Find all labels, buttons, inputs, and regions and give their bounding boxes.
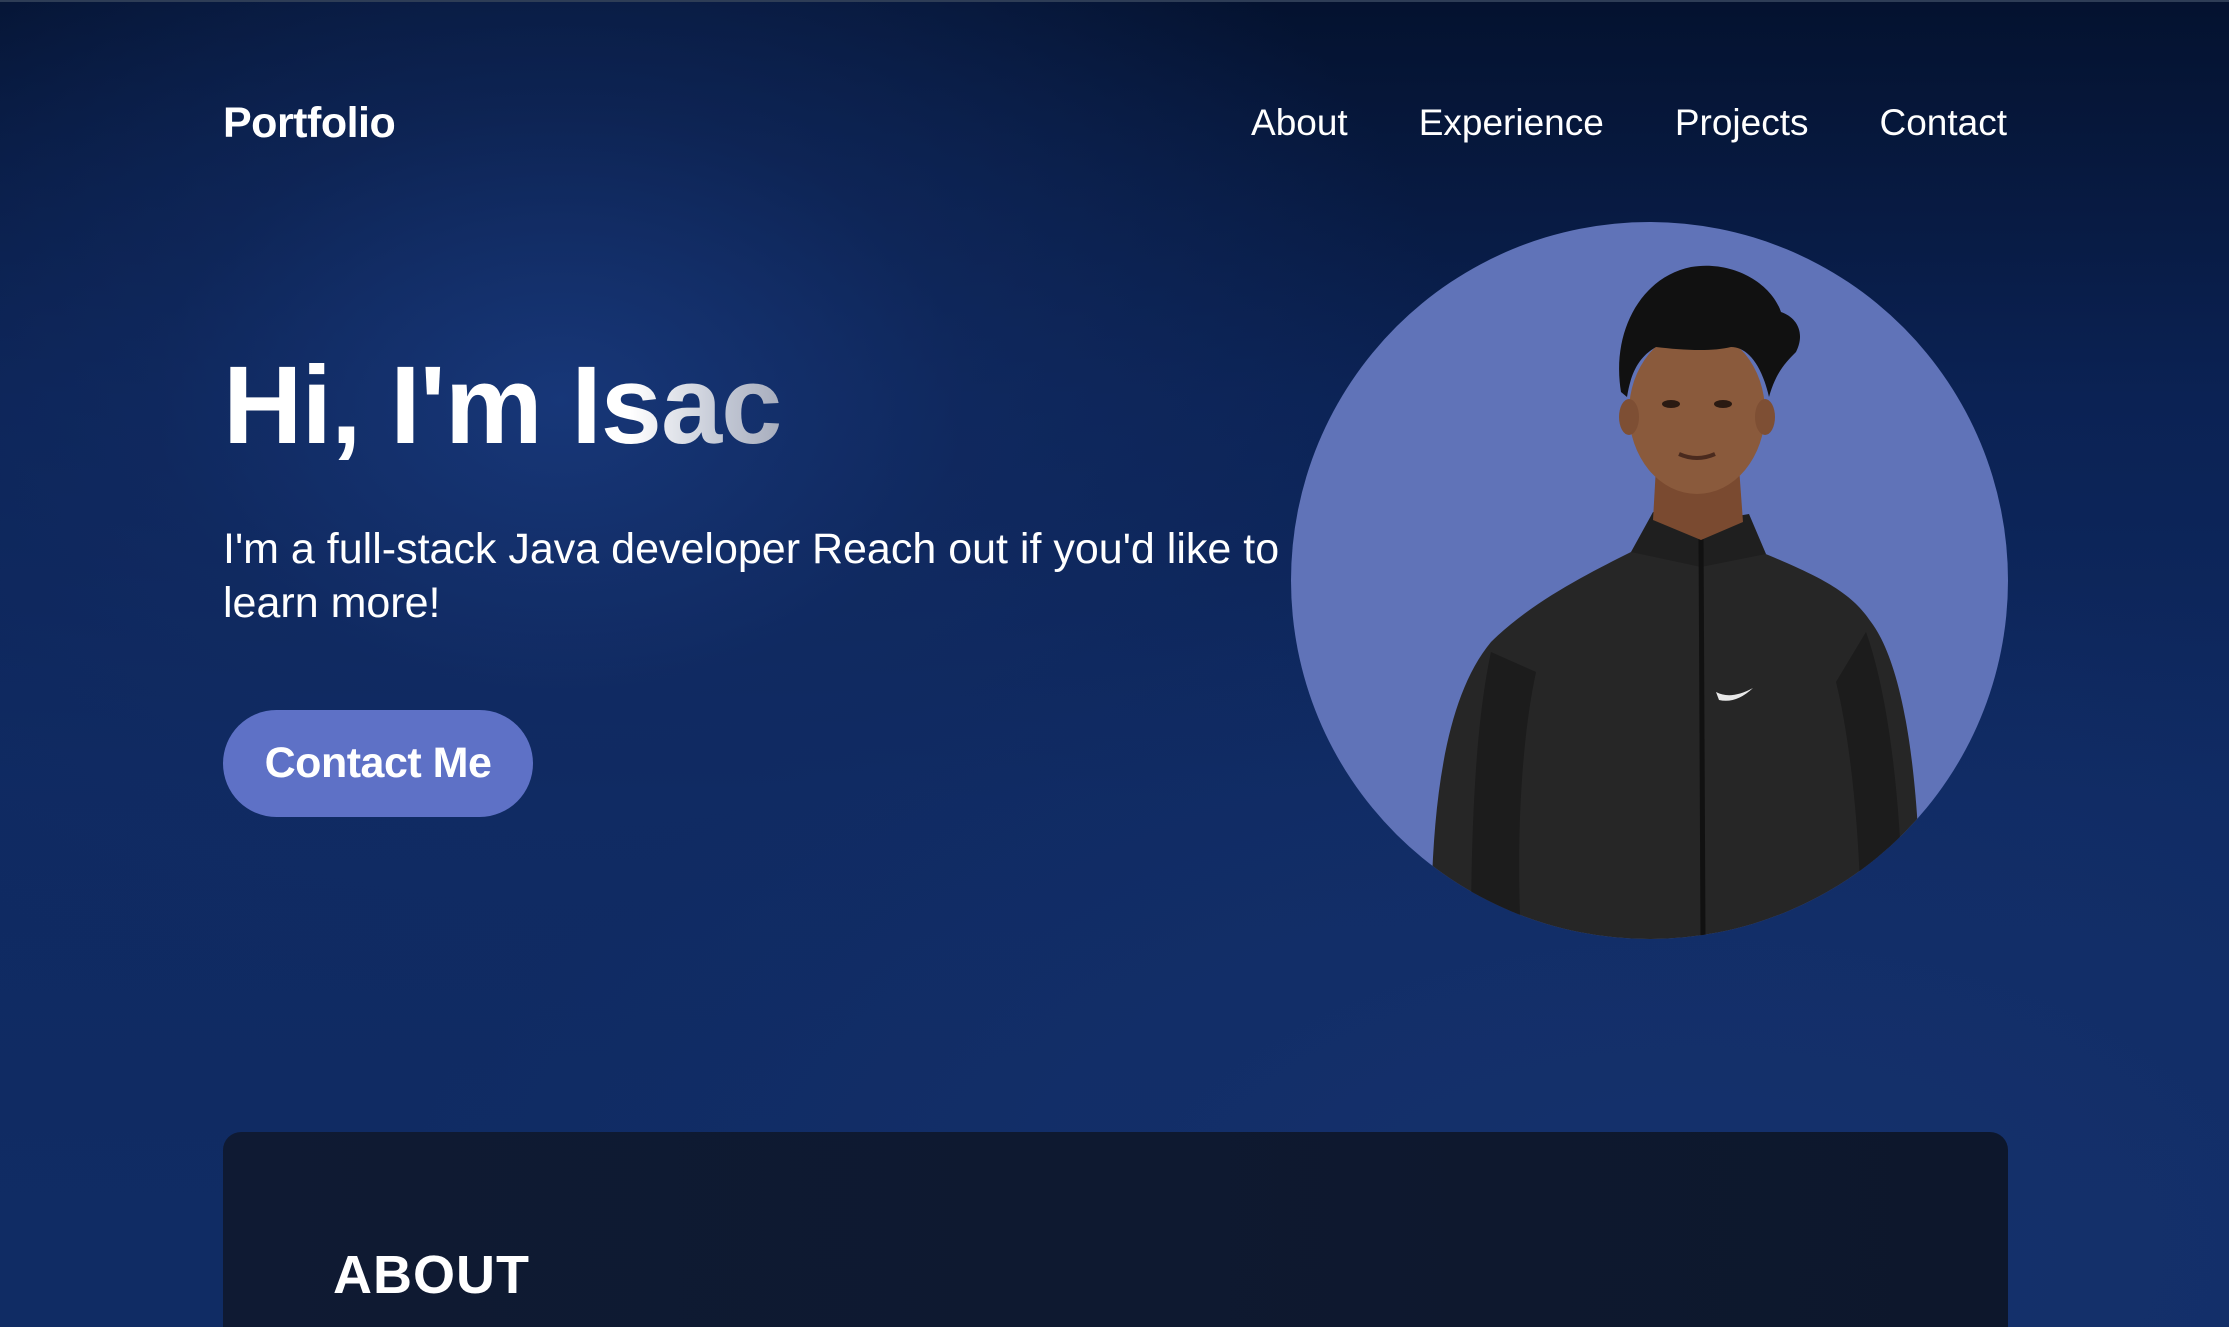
about-heading: ABOUT bbox=[333, 1245, 530, 1305]
top-divider bbox=[0, 0, 2229, 2]
navbar: Portfolio About Experience Projects Cont… bbox=[223, 88, 2007, 158]
nav-link-experience[interactable]: Experience bbox=[1419, 102, 1604, 144]
nav-link-projects[interactable]: Projects bbox=[1675, 102, 1809, 144]
profile-photo-illustration bbox=[1431, 265, 1921, 939]
nav-link-about[interactable]: About bbox=[1251, 102, 1348, 144]
contact-me-button[interactable]: Contact Me bbox=[223, 710, 533, 817]
hero-title: Hi, I'm Isac bbox=[223, 344, 782, 467]
nav-link-contact[interactable]: Contact bbox=[1879, 102, 2007, 144]
brand-logo[interactable]: Portfolio bbox=[223, 99, 396, 148]
hero-subtitle: I'm a full-stack Java developer Reach ou… bbox=[223, 525, 1280, 627]
nav-links: About Experience Projects Contact bbox=[1251, 102, 2007, 144]
profile-photo bbox=[1291, 222, 2008, 939]
about-section: ABOUT bbox=[223, 1132, 2008, 1327]
